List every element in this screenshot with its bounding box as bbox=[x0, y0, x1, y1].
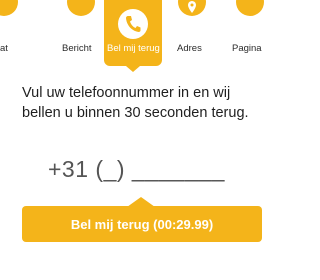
call-me-back-button[interactable]: Bel mij terug (00:29.99) bbox=[22, 206, 262, 242]
callback-instructions: Vul uw telefoonnummer in en wij bellen u… bbox=[22, 85, 249, 121]
message-icon bbox=[67, 0, 95, 16]
tab-label: Bel mij terug bbox=[107, 43, 160, 54]
tab-bar: at Bericht Bel mij terug Adres Pagina bbox=[0, 0, 280, 72]
tab-chat[interactable]: at bbox=[0, 0, 30, 66]
phone-icon bbox=[126, 16, 141, 32]
tab-label: Adres bbox=[177, 43, 202, 54]
phone-number-input[interactable]: +31 (_) _______ bbox=[48, 156, 248, 183]
pin-glyph-icon bbox=[188, 1, 196, 13]
chat-icon bbox=[0, 0, 18, 16]
tab-label: at bbox=[0, 43, 8, 54]
page-icon bbox=[236, 0, 264, 16]
tab-label: Pagina bbox=[232, 43, 262, 54]
tab-pagina[interactable]: Pagina bbox=[226, 0, 280, 66]
tab-adres[interactable]: Adres bbox=[172, 0, 212, 66]
tab-label: Bericht bbox=[62, 43, 92, 54]
tab-bel-mij-terug[interactable]: Bel mij terug bbox=[104, 0, 162, 72]
tab-bericht[interactable]: Bericht bbox=[58, 0, 104, 66]
